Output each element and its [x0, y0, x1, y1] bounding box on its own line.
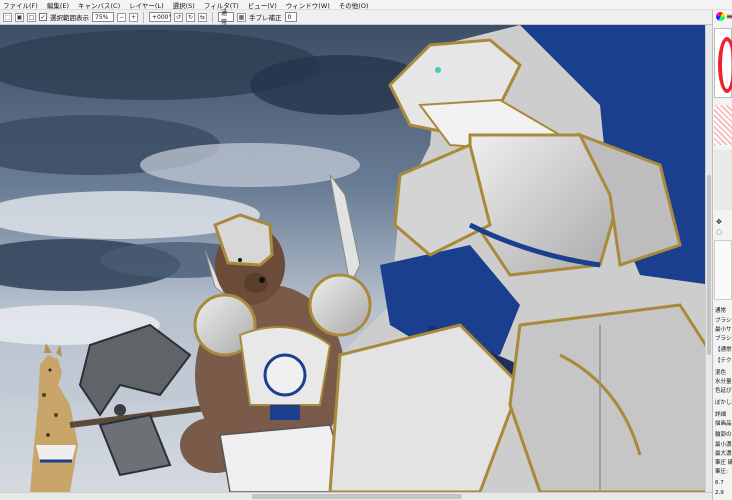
- drawing-canvas[interactable]: [0, 25, 712, 492]
- zoom-in-icon[interactable]: +: [129, 12, 138, 22]
- tool-list: [714, 150, 732, 210]
- brush-density-label: ブラシ濃: [715, 336, 732, 342]
- size-readout-2: 2.9: [715, 490, 724, 496]
- toolbar-separator: [143, 11, 144, 23]
- horizontal-scrollbar[interactable]: [0, 492, 712, 500]
- panel-menu-icon[interactable]: ≡: [726, 12, 732, 21]
- menu-view[interactable]: ビュー(V): [248, 0, 277, 10]
- water-amount-label: 水分量: [715, 379, 732, 385]
- color-stretch-label: 色延び: [715, 388, 732, 394]
- invert-selection-icon[interactable]: ▣: [15, 12, 24, 22]
- show-selection-icon[interactable]: □: [27, 12, 36, 22]
- selection-tool-icon[interactable]: ◌: [716, 228, 724, 236]
- menu-edit[interactable]: 編集(E): [47, 0, 69, 10]
- layer-lock-icon[interactable]: ▦: [237, 12, 246, 22]
- pressure-hardness-label: 筆圧 硬: [715, 460, 732, 466]
- deselect-icon[interactable]: ⬚: [3, 12, 12, 22]
- menu-select[interactable]: 選択(S): [173, 0, 195, 10]
- menu-other[interactable]: その他(O): [339, 0, 369, 10]
- menu-bar: ファイル(F) 編集(E) キャンバス(C) レイヤー(L) 選択(S) フィル…: [0, 0, 732, 10]
- normal-shape-label[interactable]: 【通常: [715, 345, 732, 353]
- draw-quality-label: 描画品: [715, 421, 732, 427]
- color-picker[interactable]: [714, 28, 732, 98]
- stabilizer-field[interactable]: 0: [284, 12, 297, 22]
- zoom-field[interactable]: 75%: [92, 12, 114, 22]
- blend-mode-select[interactable]: 通常: [218, 10, 234, 26]
- brush-mode-label[interactable]: 通常: [715, 306, 726, 314]
- menu-window[interactable]: ウィンドウ(W): [286, 0, 330, 10]
- selection-display-label: 選択範囲表示: [50, 14, 89, 22]
- zoom-out-icon[interactable]: −: [117, 12, 126, 22]
- color-swatch-panel[interactable]: [714, 105, 732, 145]
- menu-layer[interactable]: レイヤー(L): [129, 0, 164, 10]
- rotation-field[interactable]: +000°: [149, 12, 171, 22]
- toolbar-separator: [212, 11, 213, 23]
- flip-icon[interactable]: ⇆: [198, 12, 207, 22]
- color-wheel-icon[interactable]: [716, 12, 725, 21]
- selection-display-checkbox[interactable]: ✓: [39, 13, 47, 21]
- edge-hardness-label: 輪郭の: [715, 432, 732, 438]
- stabilizer-label: 手ブレ補正: [249, 14, 282, 22]
- brush-size-label: ブラシサ: [715, 318, 732, 324]
- right-tool-panel: ≡ ✥ ◌ 通常 ブラシサ 最小サ ブラシ濃 【通常 【テクス 混色 水分量 色…: [712, 10, 732, 500]
- detail-settings-label[interactable]: 詳細: [715, 410, 726, 418]
- toolbar: ⬚ ▣ □ ✓ 選択範囲表示 75% − + +000° ↺ ↻ ⇆ 通常 ▦ …: [0, 10, 712, 26]
- rotate-left-icon[interactable]: ↺: [174, 12, 183, 22]
- min-density-label: 最小濃: [715, 442, 732, 448]
- move-icon[interactable]: ✥: [716, 218, 724, 226]
- max-density-label: 最大濃: [715, 451, 732, 457]
- min-size-label: 最小サ: [715, 327, 732, 333]
- rotate-right-icon[interactable]: ↻: [186, 12, 195, 22]
- blend-label: 混色: [715, 370, 727, 376]
- vertical-scrollbar[interactable]: [705, 25, 712, 492]
- texture-label[interactable]: 【テクス: [715, 356, 732, 364]
- pressure-label: 筆圧:: [715, 469, 728, 475]
- brush-list[interactable]: [714, 240, 732, 300]
- horizontal-scrollbar-thumb[interactable]: [252, 494, 462, 499]
- artwork: [0, 25, 712, 492]
- vertical-scrollbar-thumb[interactable]: [707, 175, 711, 355]
- blur-pressure-label: ぼかし筆: [715, 400, 732, 406]
- menu-canvas[interactable]: キャンバス(C): [78, 0, 120, 10]
- size-readout: 6.7: [715, 480, 724, 486]
- menu-file[interactable]: ファイル(F): [3, 0, 38, 10]
